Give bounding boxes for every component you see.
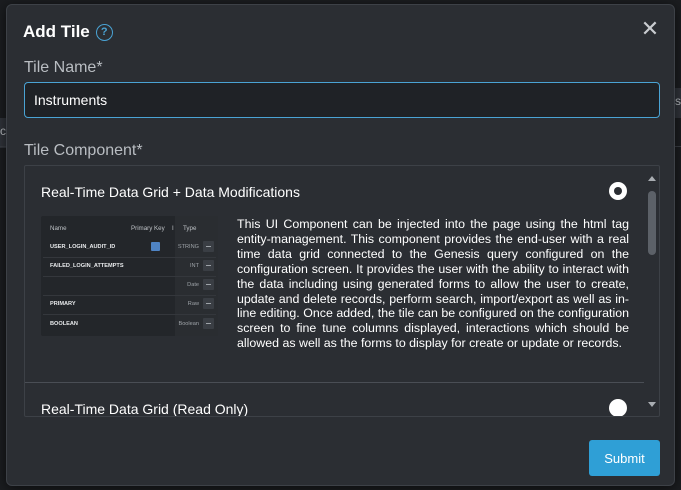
- component-preview-image: Name Primary Key I Type USER_LOGIN_AUDIT…: [41, 216, 218, 336]
- preview-row-button: [203, 260, 214, 271]
- preview-row-type: Raw: [187, 301, 199, 307]
- preview-row: Date: [41, 276, 218, 295]
- preview-row: BOOLEAN Boolean: [41, 315, 218, 334]
- preview-row-type: Date: [187, 282, 199, 288]
- preview-checkbox: [151, 242, 160, 251]
- tile-component-label: Tile Component*: [24, 142, 143, 159]
- preview-row: PRIMARY Raw: [41, 295, 218, 314]
- submit-button[interactable]: Submit: [589, 440, 660, 476]
- preview-row-button: [203, 318, 214, 329]
- preview-row-name: USER_LOGIN_AUDIT_ID: [50, 244, 116, 250]
- tile-name-label: Tile Name*: [24, 59, 103, 76]
- dialog-header: Add Tile ?: [23, 22, 113, 42]
- tile-name-input[interactable]: [24, 82, 660, 118]
- preview-header-name: Name: [50, 225, 67, 232]
- preview-row: USER_LOGIN_AUDIT_ID STRING: [41, 238, 218, 257]
- option-data-grid-modifications-label[interactable]: Real-Time Data Grid + Data Modifications: [41, 184, 300, 200]
- dialog-title: Add Tile: [23, 22, 90, 41]
- preview-row-button: [203, 241, 214, 252]
- add-tile-dialog: Add Tile ? ✕ Tile Name* Tile Component* …: [6, 4, 675, 486]
- option-data-grid-read-only-radio[interactable]: [609, 399, 627, 416]
- preview-header-type: Type: [183, 225, 197, 232]
- question-circle-icon[interactable]: ?: [95, 23, 113, 41]
- tile-component-list[interactable]: Real-Time Data Grid + Data Modifications…: [24, 165, 660, 417]
- option-data-grid-read-only-label[interactable]: Real-Time Data Grid (Read Only): [41, 401, 248, 416]
- option-data-grid-modifications-radio[interactable]: [609, 182, 627, 200]
- option-data-grid-modifications-description: This UI Component can be injected into t…: [237, 217, 629, 351]
- preview-row-name: FAILED_LOGIN_ATTEMPTS: [50, 263, 124, 269]
- option-divider: [25, 382, 644, 383]
- preview-row: FAILED_LOGIN_ATTEMPTS INT: [41, 257, 218, 276]
- preview-row-name: PRIMARY: [50, 301, 76, 307]
- scroll-up-arrow-icon[interactable]: [648, 176, 656, 181]
- close-icon[interactable]: ✕: [640, 18, 660, 40]
- preview-row-type: STRING: [177, 244, 199, 250]
- preview-row-type: INT: [189, 263, 199, 269]
- preview-row-name: BOOLEAN: [50, 321, 78, 327]
- preview-row-button: [203, 298, 214, 309]
- preview-row-type: Boolean: [178, 321, 199, 327]
- scroll-down-arrow-icon[interactable]: [648, 402, 656, 407]
- background-text-right: s: [675, 94, 681, 108]
- preview-row-button: [203, 279, 214, 290]
- preview-header-flag: I: [172, 225, 174, 232]
- scrollbar-thumb[interactable]: [648, 191, 656, 255]
- preview-header-primary-key: Primary Key: [131, 225, 165, 232]
